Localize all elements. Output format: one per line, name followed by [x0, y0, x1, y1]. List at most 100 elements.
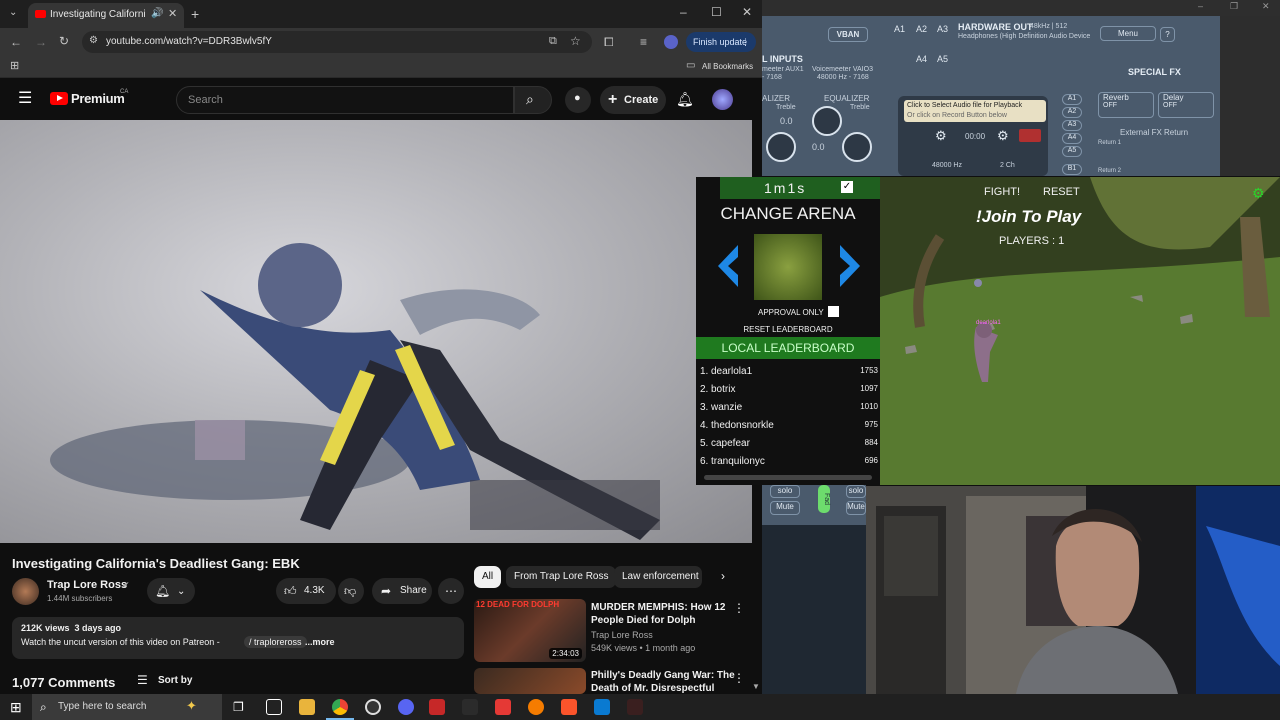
- finish-update-button[interactable]: Finish update ⋮: [686, 32, 756, 52]
- discord-icon[interactable]: [398, 699, 414, 715]
- more-link[interactable]: ...more: [305, 637, 335, 647]
- sort-by-button[interactable]: Sort by: [158, 675, 192, 686]
- delay-button[interactable]: Delay OFF: [1158, 92, 1214, 118]
- approval-only-checkbox[interactable]: [828, 306, 839, 317]
- reverb-button[interactable]: Reverb OFF: [1098, 92, 1154, 118]
- arena-next-icon[interactable]: [836, 243, 864, 289]
- tab-search-icon[interactable]: ⌄: [9, 8, 17, 18]
- bus-a3-button[interactable]: A3: [935, 24, 950, 48]
- vm-minimize-icon[interactable]: –: [1198, 1, 1203, 11]
- bus-a1-button[interactable]: A1: [892, 24, 907, 48]
- hamburger-menu-icon[interactable]: ☰: [18, 91, 32, 107]
- settings-gear-icon[interactable]: ⚙: [1252, 185, 1265, 202]
- youtube-logo-text[interactable]: Premium: [71, 91, 125, 106]
- file-explorer-icon[interactable]: [299, 699, 315, 715]
- bus-b1-side[interactable]: B1: [1062, 164, 1082, 175]
- like-button[interactable]: 👍︎ 4.3K: [276, 578, 336, 604]
- bus-a2-button[interactable]: A2: [914, 24, 929, 48]
- solo-button-2[interactable]: solo: [846, 485, 866, 498]
- dislike-button[interactable]: 👎︎: [338, 578, 364, 604]
- share-button[interactable]: ➦ Share: [372, 578, 432, 604]
- description-box[interactable]: 212K views 3 days ago Watch the uncut ve…: [12, 617, 464, 659]
- leaderboard-scrollbar[interactable]: [704, 475, 872, 480]
- mute-button-2[interactable]: Mute: [846, 501, 866, 515]
- capcut-icon[interactable]: [266, 699, 282, 715]
- back-icon[interactable]: ←: [10, 36, 22, 48]
- solo-button[interactable]: solo: [770, 485, 800, 498]
- rec-channel[interactable]: Trap Lore Ross: [591, 630, 653, 640]
- rec-thumbnail-1[interactable]: 12 DEAD FOR DOLPH 2:34:03: [474, 599, 586, 662]
- profile-avatar[interactable]: [664, 35, 678, 49]
- fader[interactable]: Fad: [818, 485, 830, 513]
- voicemeeter-icon[interactable]: [429, 699, 445, 715]
- notifications-bell-icon[interactable]: 🔔︎: [676, 92, 694, 106]
- minimize-icon[interactable]: –: [680, 6, 687, 18]
- arena-thumbnail[interactable]: [754, 234, 822, 300]
- rec-thumbnail-2[interactable]: [474, 668, 586, 694]
- rec-title-line1[interactable]: MURDER MEMPHIS: How 12: [591, 601, 725, 614]
- video-player[interactable]: [0, 120, 752, 543]
- reset-leaderboard-button[interactable]: RESET LEADERBOARD: [696, 325, 880, 334]
- close-window-icon[interactable]: ✕: [742, 6, 752, 18]
- fight-button[interactable]: FIGHT!: [984, 186, 1020, 198]
- bus-a5-button[interactable]: A5: [935, 54, 950, 78]
- address-bar[interactable]: ⚙ youtube.com/watch?v=DDR3Bwlv5fY ⧉ ☆: [82, 31, 592, 53]
- apps-grid-icon[interactable]: ⊞: [10, 61, 19, 72]
- bus-a2-side[interactable]: A2: [1062, 107, 1082, 118]
- bookmark-star-icon[interactable]: ☆: [570, 35, 581, 47]
- start-icon[interactable]: ⊞: [10, 699, 22, 716]
- vm-close-icon[interactable]: ✕: [1262, 1, 1270, 12]
- chips-next-icon[interactable]: ›: [721, 569, 725, 583]
- forward-knob-icon[interactable]: ⚙: [997, 128, 1009, 144]
- player-display[interactable]: Click to Select Audio file for Playback …: [904, 100, 1046, 122]
- rec2-title-line2[interactable]: Death of Mr. Disrespectful: [591, 682, 714, 694]
- chrome-icon[interactable]: [332, 699, 348, 715]
- site-info-icon[interactable]: ⚙: [89, 36, 98, 46]
- rec-menu-icon[interactable]: ⋮: [733, 601, 745, 615]
- arena-prev-icon[interactable]: [714, 243, 742, 289]
- bus-a3-side[interactable]: A3: [1062, 120, 1082, 131]
- channel-name[interactable]: Trap Lore Ross: [47, 579, 127, 591]
- more-actions-button[interactable]: ⋯: [438, 578, 464, 604]
- maximize-icon[interactable]: ☐: [711, 6, 722, 18]
- sort-icon[interactable]: ☰: [137, 673, 148, 687]
- obs-icon[interactable]: [365, 699, 381, 715]
- youtube-logo-icon[interactable]: [50, 92, 68, 105]
- app-red-icon[interactable]: [495, 699, 511, 715]
- audio-playing-icon[interactable]: 🔊: [151, 9, 163, 19]
- rec2-title-line1[interactable]: Philly's Deadly Gang War: The: [591, 669, 735, 682]
- app-x-icon[interactable]: [462, 699, 478, 715]
- chip-from-channel[interactable]: From Trap Lore Ross: [506, 566, 617, 588]
- bus-a4-side[interactable]: A4: [1062, 133, 1082, 144]
- patreon-link[interactable]: / traploreross: [244, 636, 307, 648]
- rec-title-line2[interactable]: People Died for Dolph: [591, 614, 695, 627]
- forward-icon[interactable]: →: [35, 36, 47, 48]
- mute-button[interactable]: Mute: [770, 501, 800, 515]
- vm-knob-2[interactable]: [812, 106, 842, 136]
- media-icon[interactable]: ≡: [640, 36, 647, 48]
- account-avatar[interactable]: [712, 89, 733, 110]
- tab-active[interactable]: Investigating California's De 🔊 ✕: [28, 3, 184, 28]
- hardware-device[interactable]: Headphones (High Definition Audio Device: [958, 33, 1090, 40]
- vm-menu-button[interactable]: Menu: [1100, 26, 1156, 41]
- search-button[interactable]: ⌕: [514, 86, 552, 114]
- vm-knob-3[interactable]: [842, 132, 872, 162]
- search-input[interactable]: Search: [176, 86, 514, 114]
- vm-restore-icon[interactable]: ❐: [1230, 1, 1238, 12]
- bus-a5-side[interactable]: A5: [1062, 146, 1082, 157]
- rewind-icon[interactable]: ⚙: [935, 128, 947, 144]
- bus-a4-button[interactable]: A4: [914, 54, 929, 78]
- new-tab-icon[interactable]: +: [191, 7, 199, 21]
- chip-law-enforcement[interactable]: Law enforcement: [614, 566, 702, 588]
- task-view-icon[interactable]: ❐: [233, 700, 244, 714]
- reset-button[interactable]: RESET: [1043, 186, 1080, 198]
- chip-all[interactable]: All: [474, 566, 502, 588]
- vban-button[interactable]: VBAN: [828, 27, 868, 42]
- all-bookmarks[interactable]: All Bookmarks: [702, 62, 753, 71]
- extensions-icon[interactable]: ⧠: [604, 36, 614, 48]
- rec2-menu-icon[interactable]: ⋮: [733, 671, 745, 685]
- voice-search-button[interactable]: ●: [565, 87, 591, 113]
- vscode-icon[interactable]: [594, 699, 610, 715]
- brave-icon[interactable]: [561, 699, 577, 715]
- taskbar-search-input[interactable]: ⌕ Type here to search ✦: [32, 694, 222, 720]
